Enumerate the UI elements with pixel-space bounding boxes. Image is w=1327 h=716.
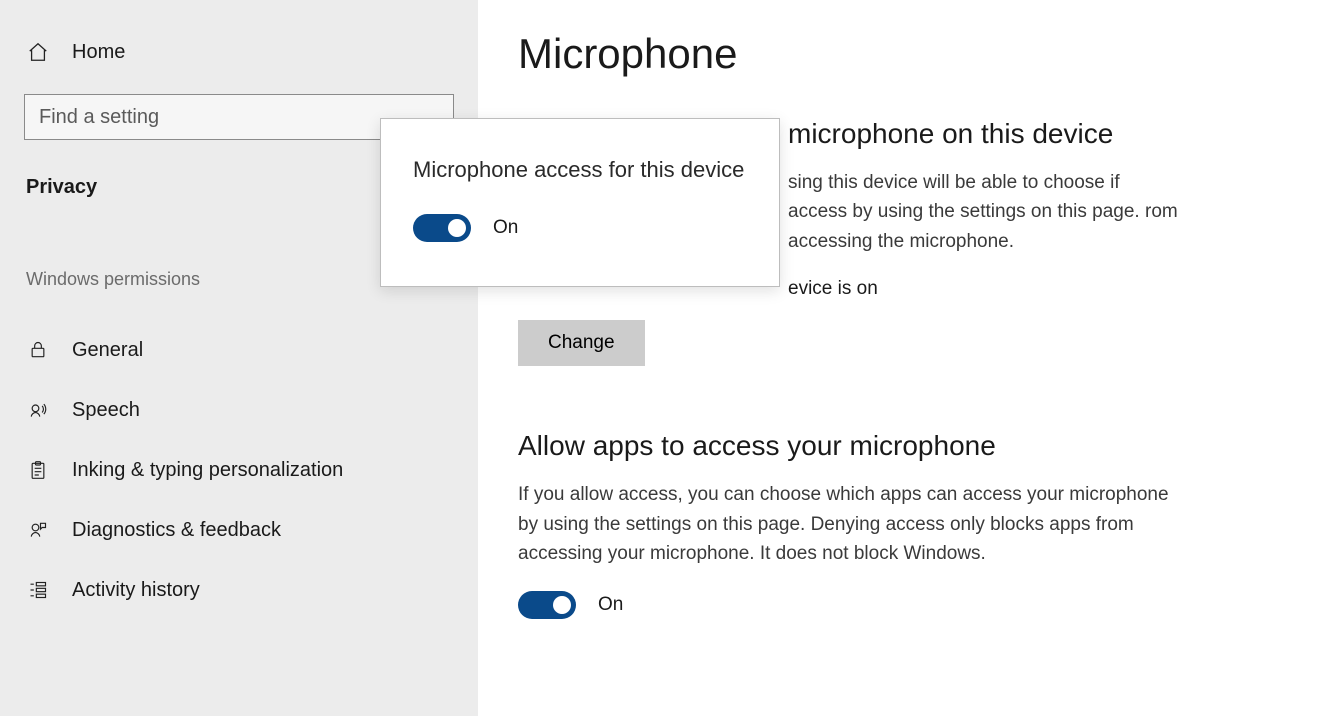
sidebar-item-speech[interactable]: Speech bbox=[24, 380, 454, 440]
section-heading: microphone on this device bbox=[788, 118, 1287, 150]
page-title: Microphone bbox=[518, 30, 1287, 78]
section-heading: Allow apps to access your microphone bbox=[518, 430, 1287, 462]
lock-icon bbox=[26, 338, 50, 362]
feedback-icon bbox=[26, 518, 50, 542]
toggle-label: On bbox=[598, 594, 623, 616]
activity-history-icon bbox=[26, 578, 50, 602]
apps-access-toggle[interactable] bbox=[518, 591, 576, 619]
nav-home[interactable]: Home bbox=[24, 40, 454, 64]
home-icon bbox=[26, 40, 50, 64]
sidebar-item-activity[interactable]: Activity history bbox=[24, 560, 454, 620]
sidebar-item-general[interactable]: General bbox=[24, 320, 454, 380]
sidebar-item-inking[interactable]: Inking & typing personalization bbox=[24, 440, 454, 500]
popup-toggle-row: On bbox=[413, 214, 747, 242]
device-access-status: evice is on bbox=[788, 278, 1287, 300]
section-desc: sing this device will be able to choose … bbox=[788, 168, 1178, 256]
section-desc: If you allow access, you can choose whic… bbox=[518, 480, 1178, 568]
toggle-label: On bbox=[493, 217, 518, 239]
nav-home-label: Home bbox=[72, 41, 125, 64]
sidebar-item-diagnostics[interactable]: Diagnostics & feedback bbox=[24, 500, 454, 560]
toggle-knob bbox=[553, 596, 571, 614]
sidebar: Home Privacy Windows permissions General… bbox=[0, 0, 478, 716]
search-input[interactable] bbox=[39, 106, 439, 129]
sidebar-item-label: General bbox=[72, 339, 143, 362]
sidebar-item-label: Speech bbox=[72, 399, 140, 422]
toggle-knob bbox=[448, 219, 466, 237]
section-apps-access: Allow apps to access your microphone If … bbox=[518, 430, 1287, 618]
clipboard-icon bbox=[26, 458, 50, 482]
change-button[interactable]: Change bbox=[518, 320, 645, 366]
main-content: Microphone microphone on this device sin… bbox=[478, 0, 1327, 716]
device-access-toggle[interactable] bbox=[413, 214, 471, 242]
apps-access-toggle-row: On bbox=[518, 591, 1287, 619]
popup-title: Microphone access for this device bbox=[413, 155, 747, 186]
microphone-access-popup: Microphone access for this device On bbox=[380, 118, 780, 287]
speech-icon bbox=[26, 398, 50, 422]
sidebar-item-label: Diagnostics & feedback bbox=[72, 519, 281, 542]
sidebar-item-label: Activity history bbox=[72, 579, 200, 602]
sidebar-item-label: Inking & typing personalization bbox=[72, 459, 343, 482]
